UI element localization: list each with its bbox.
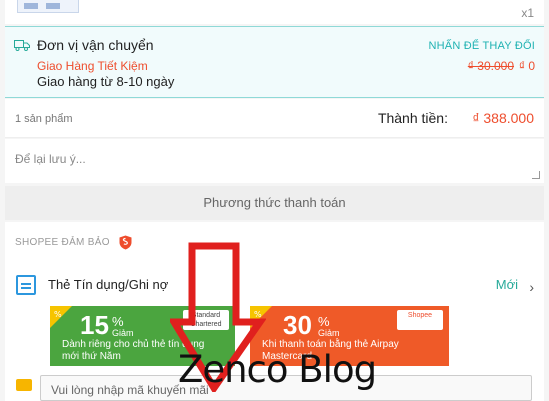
truck-icon <box>14 40 30 51</box>
payment-method-header: Phương thức thanh toán <box>5 186 544 220</box>
product-row: x1 <box>5 0 544 24</box>
shipping-eta: Giao hàng từ 8-10 ngày <box>37 74 175 89</box>
product-thumbnail <box>17 0 79 13</box>
shipping-section[interactable]: Đơn vị vận chuyển NHẤN ĐỂ THAY ĐỔI Giao … <box>5 26 544 98</box>
product-quantity: x1 <box>521 6 534 20</box>
promo-discount-label: Giảm <box>318 328 340 338</box>
shopee-logo: Shopee <box>397 310 443 330</box>
promo-percent-symbol: % <box>318 314 330 329</box>
order-total-row: 1 sản phẩm Thành tiền: ₫ 388.000 <box>5 99 544 138</box>
promo-percent: 15 <box>80 310 109 340</box>
item-count: 1 sản phẩm <box>15 113 73 125</box>
resize-handle-icon[interactable] <box>532 171 540 179</box>
shopee-guarantee-row: SHOPEE ĐẢM BẢO <box>5 222 544 262</box>
change-shipping-link[interactable]: NHẤN ĐỂ THAY ĐỔI <box>429 40 536 52</box>
shipping-title: Đơn vị vận chuyển <box>37 37 154 53</box>
svg-text:%: % <box>254 310 262 319</box>
note-textarea[interactable]: Để lại lưu ý... <box>5 139 544 183</box>
promo-percent-symbol: % <box>112 314 124 329</box>
credit-card-title: Thẻ Tín dụng/Ghi nợ <box>48 277 169 292</box>
promo-discount-label: Giảm <box>112 328 134 338</box>
note-placeholder: Để lại lưu ý... <box>15 152 86 166</box>
discount-tag-icon: % <box>250 306 272 328</box>
voucher-icon <box>16 379 32 391</box>
credit-card-icon <box>16 275 36 295</box>
shipping-old-fee: ₫ 30.000 <box>467 59 514 73</box>
bank-logo: Standard Chartered <box>183 310 229 330</box>
new-badge: Mới <box>495 277 518 292</box>
svg-text:%: % <box>54 310 62 319</box>
checkout-page: x1 Đơn vị vận chuyển NHẤN ĐỂ THAY ĐỔI Gi… <box>0 0 549 401</box>
chevron-right-icon[interactable]: › <box>529 279 534 295</box>
guarantee-label: SHOPEE ĐẢM BẢO <box>15 237 110 248</box>
shipping-new-fee: ₫ 0 <box>518 59 535 73</box>
watermark-text: Zenco Blog <box>178 348 377 391</box>
shipping-method: Giao Hàng Tiết Kiệm <box>37 59 148 73</box>
shield-icon <box>119 235 132 250</box>
total-value: ₫ 388.000 <box>472 110 534 126</box>
total-label: Thành tiền: <box>377 110 448 126</box>
discount-tag-icon: % <box>50 306 72 328</box>
promo-percent: 30 <box>283 310 312 340</box>
